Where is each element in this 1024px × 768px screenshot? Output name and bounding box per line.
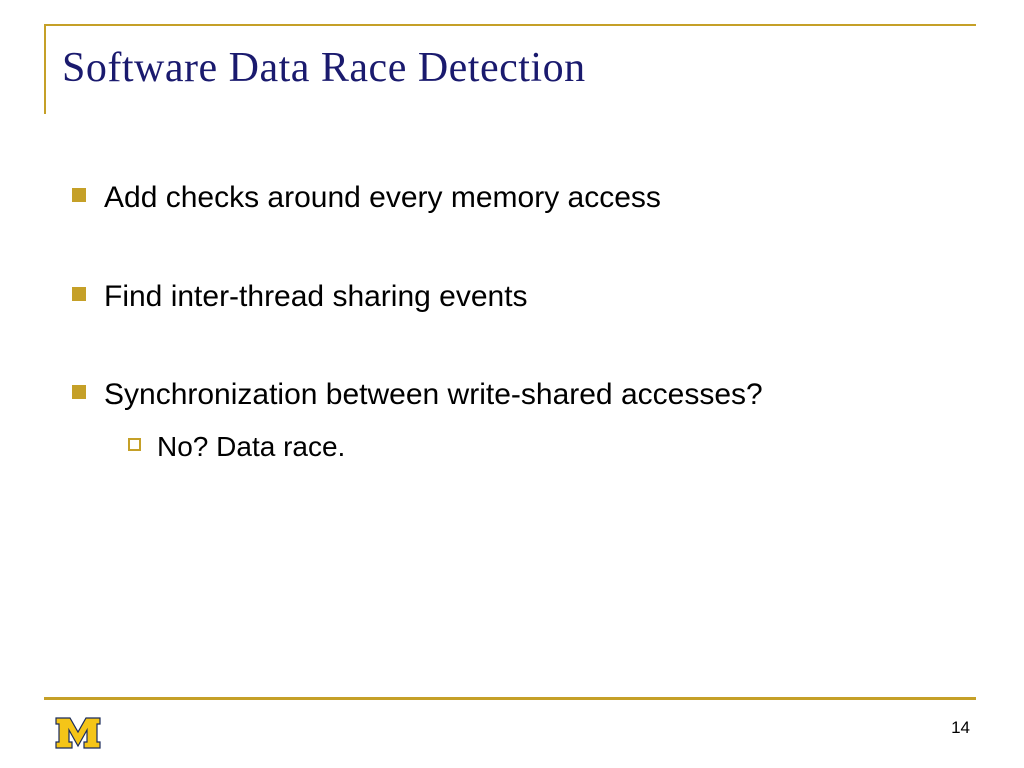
sub-bullet-icon (128, 438, 141, 451)
bullet-text: Synchronization between write-shared acc… (104, 375, 763, 416)
bullet-text: Find inter-thread sharing events (104, 277, 528, 318)
page-number: 14 (951, 718, 970, 738)
bottom-border (44, 697, 976, 700)
bullet-text: Add checks around every memory access (104, 178, 661, 219)
slide-content: Add checks around every memory access Fi… (72, 178, 964, 465)
left-accent (44, 24, 46, 114)
slide-title: Software Data Race Detection (62, 44, 586, 92)
michigan-logo-icon (54, 716, 102, 750)
bullet-item: Add checks around every memory access (72, 178, 964, 219)
top-border (44, 24, 976, 26)
bullet-icon (72, 385, 86, 399)
bullet-icon (72, 188, 86, 202)
bullet-item: Synchronization between write-shared acc… (72, 375, 964, 416)
bullet-icon (72, 287, 86, 301)
sub-bullet-text: No? Data race. (157, 428, 345, 466)
bullet-item: Find inter-thread sharing events (72, 277, 964, 318)
sub-bullet-item: No? Data race. (128, 428, 964, 466)
